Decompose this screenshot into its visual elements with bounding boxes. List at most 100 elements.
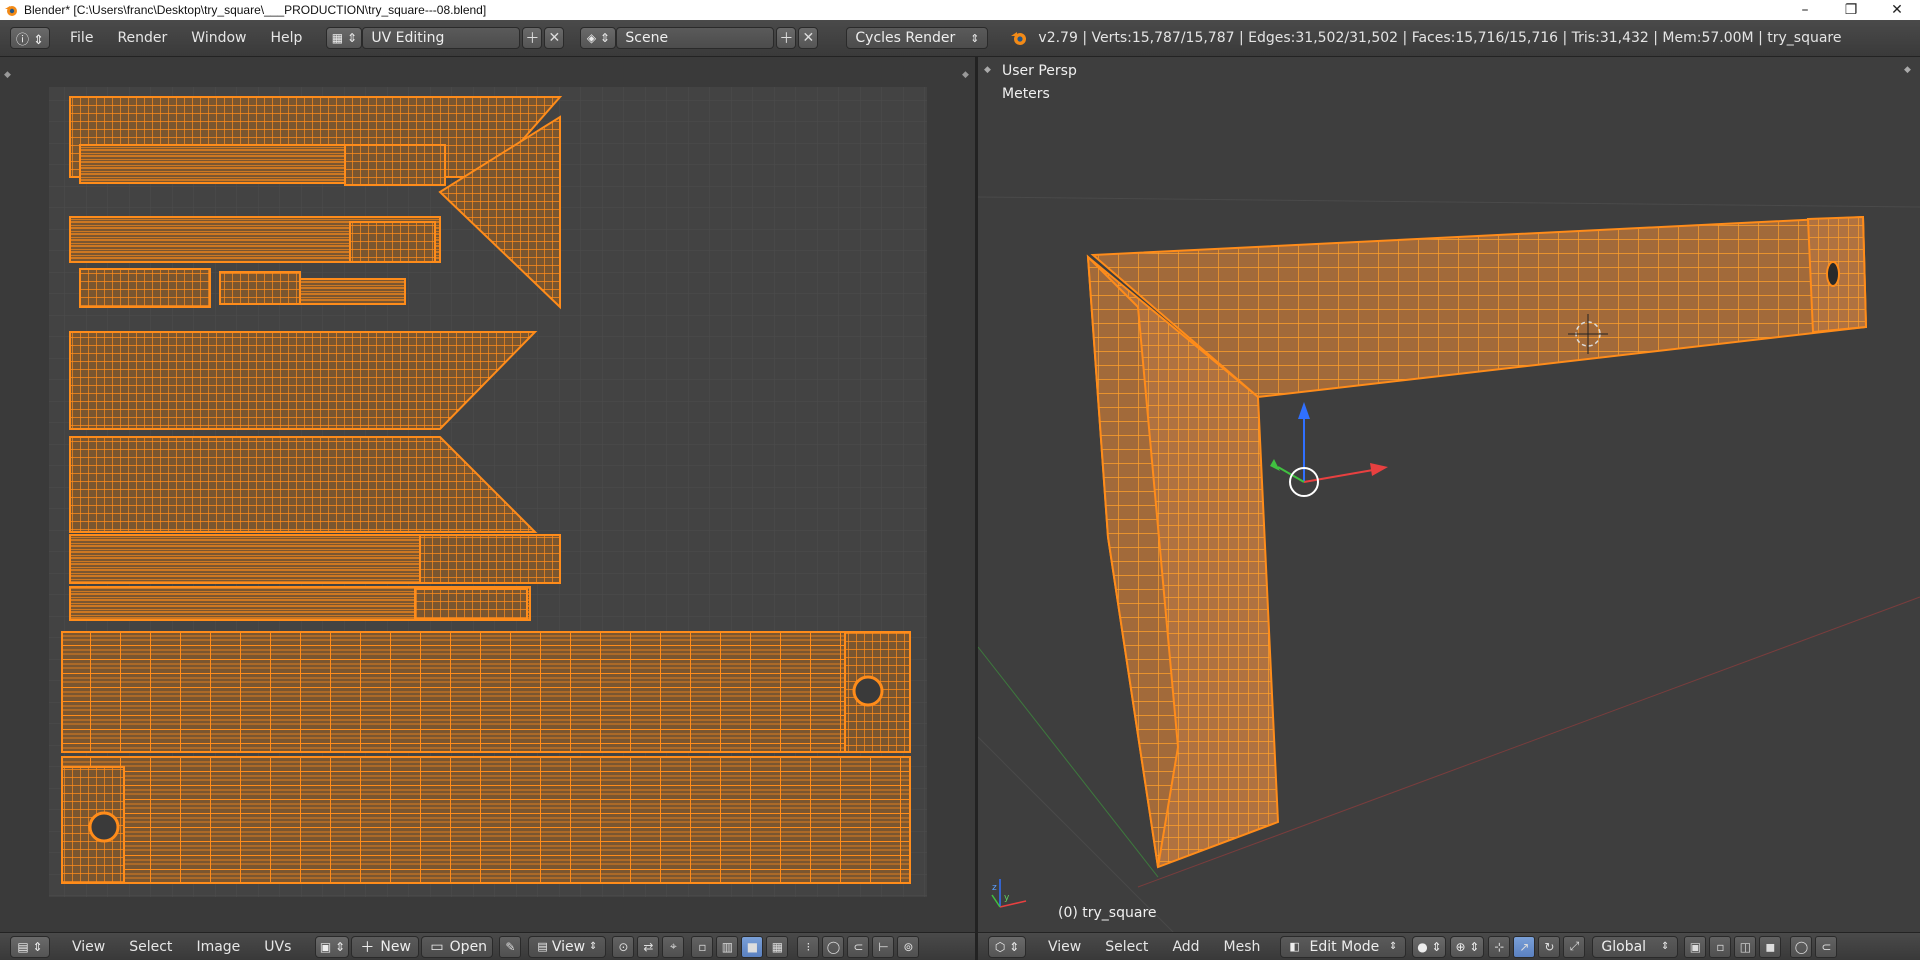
3d-viewport-header: ⬡ ⇕ View Select Add Mesh ◧ Edit Mode ⇕ ●… [978,932,1920,960]
screen-layout-field[interactable]: UV Editing [362,27,521,49]
island-select-icon[interactable]: ▦ [766,935,789,958]
plus-icon: ＋ [525,31,540,47]
close-icon: ✕ [802,30,815,46]
proportional-edit-icon[interactable]: ◯ [822,935,845,958]
menu-select[interactable]: Select [1093,939,1160,955]
face-select-icon[interactable]: ◼ [1759,935,1782,958]
menu-view[interactable]: View [1036,939,1093,955]
uv-select-mode-icon[interactable]: ⌖ [662,935,685,958]
updown-arrows-icon: ⇕ [589,941,598,952]
snap-icon[interactable]: ⊂ [847,935,870,958]
units-label: Meters [1002,86,1050,102]
delete-layout-button[interactable]: ✕ [544,27,565,49]
add-layout-button[interactable]: ＋ [522,27,543,49]
editor-type-button[interactable]: ▤ ⇕ [10,935,50,958]
screen-layout-browse-button[interactable]: ▦ ⇕ [326,27,363,49]
edge-select-icon[interactable]: ▥ [716,935,739,958]
window-titlebar: Blender* [C:\Users\franc\Desktop\try_squ… [0,0,1920,20]
menu-uvs[interactable]: UVs [252,939,303,955]
scene-statistics: v2.79 | Verts:15,787/15,787 | Edges:31,5… [1038,30,1842,46]
screen-layout-name: UV Editing [371,30,445,46]
proportional-edit-icon[interactable]: ◯ [1790,935,1813,958]
image-browse-button[interactable]: ▣ ⇕ [315,935,350,958]
updown-arrows-icon: ⇕ [1661,941,1670,952]
manipulator-toggle-icon[interactable]: ⊹ [1488,935,1511,958]
minimize-button[interactable]: – [1782,0,1828,20]
axis-gizmo-y-label: y [1004,893,1010,903]
menu-render[interactable]: Render [105,30,179,46]
uv-editor-canvas[interactable]: ◆ ◆ [0,57,975,932]
plus-icon: ＋ [779,31,794,47]
transform-orientation-label: Global [1601,938,1647,955]
image-mode-dropdown[interactable]: ▤ View ⇕ [528,935,607,958]
uv-sync-icon[interactable]: ⇄ [637,935,660,958]
sticky-mode-icon[interactable]: ⁝ [797,935,820,958]
menu-select[interactable]: Select [117,939,184,955]
window-title: Blender* [C:\Users\franc\Desktop\try_squ… [24,3,487,17]
menu-add[interactable]: Add [1160,939,1211,955]
uv-island-group-lower [61,631,911,884]
view-mode-icon: ▤ [537,940,548,953]
menu-file[interactable]: File [58,30,105,46]
region-expand-icon[interactable]: ◆ [962,70,969,80]
active-object-label: (0) try_square [1058,905,1157,921]
editor-type-button[interactable]: ⬡ ⇕ [988,935,1026,958]
layer-icon[interactable]: ▣ [1684,935,1707,958]
render-engine-dropdown[interactable]: Cycles Render ⇕ [846,27,989,49]
uv-editor-menus: View Select Image UVs [60,939,303,955]
menu-window[interactable]: Window [179,30,258,46]
interaction-mode-label: Edit Mode [1309,938,1380,955]
translate-manipulator-icon[interactable]: ↗ [1513,935,1536,958]
scene-icon: ◈ ⇕ [586,31,610,45]
scene-browse-button[interactable]: ◈ ⇕ [580,27,617,49]
uv-image-editor[interactable]: ◆ ◆ [0,57,975,932]
face-select-icon[interactable]: ■ [741,935,764,958]
open-image-button[interactable]: ▭ Open [421,935,494,958]
snap-target-icon[interactable]: ⊢ [872,935,895,958]
pivot-point-dropdown[interactable]: ⊕ ⇕ [1450,935,1485,958]
view-mode-label: View [551,938,586,955]
plus-icon: ＋ [360,939,375,956]
updown-arrows-icon: ⇕ [1389,941,1398,952]
scale-manipulator-icon[interactable]: ⤢ [1563,935,1586,958]
open-image-label: Open [449,938,488,955]
region-expand-icon[interactable]: ◆ [1904,65,1912,75]
interaction-mode-dropdown[interactable]: ◧ Edit Mode ⇕ [1280,935,1407,958]
maximize-button[interactable]: ❐ [1828,0,1874,20]
uv-editor-header: ▤ ⇕ View Select Image UVs ▣ ⇕ ＋ New ▭ Op… [0,932,975,960]
region-expand-icon[interactable]: ◆ [984,65,992,75]
new-image-button[interactable]: ＋ New [351,935,420,958]
vertex-select-icon[interactable]: ▫ [691,935,714,958]
new-image-label: New [380,938,411,955]
transform-orientation-dropdown[interactable]: Global ⇕ [1592,935,1679,958]
view-name-label: User Persp [1002,63,1077,79]
editor-type-info-button[interactable]: ⓘ ⇕ [10,27,50,49]
pin-icon[interactable]: ✎ [499,935,522,958]
rotate-manipulator-icon[interactable]: ↻ [1538,935,1561,958]
blender-logo-icon [5,6,17,16]
mesh-object[interactable] [1086,215,1868,869]
uv-overlay-icon[interactable]: ⊚ [897,935,920,958]
3d-viewport[interactable]: User Persp Meters (0) try_square z y ◆ ◆ [978,57,1920,932]
vertex-select-icon[interactable]: ▫ [1709,935,1732,958]
menu-image[interactable]: Image [184,939,252,955]
image-icon: ▣ ⇕ [319,939,346,954]
pivot-icon[interactable]: ⊙ [612,935,635,958]
edge-select-icon[interactable]: ◫ [1734,935,1757,958]
delete-scene-button[interactable]: ✕ [798,27,819,49]
folder-icon: ▭ [430,938,444,955]
viewport-canvas[interactable] [978,57,1920,932]
menu-view[interactable]: View [60,939,117,955]
scene-field[interactable]: Scene [616,27,775,49]
close-button[interactable]: ✕ [1874,0,1920,20]
blender-logo-icon [1011,32,1027,45]
menu-help[interactable]: Help [258,30,314,46]
main-menu: File Render Window Help [58,30,314,46]
snap-icon[interactable]: ⊂ [1815,935,1838,958]
add-scene-button[interactable]: ＋ [776,27,797,49]
region-expand-icon[interactable]: ◆ [4,70,11,80]
menu-mesh[interactable]: Mesh [1212,939,1273,955]
viewport-shading-dropdown[interactable]: ● ⇕ [1412,935,1447,958]
transform-manipulator[interactable] [1270,402,1388,497]
viewport-menus: View Select Add Mesh [1036,939,1272,955]
